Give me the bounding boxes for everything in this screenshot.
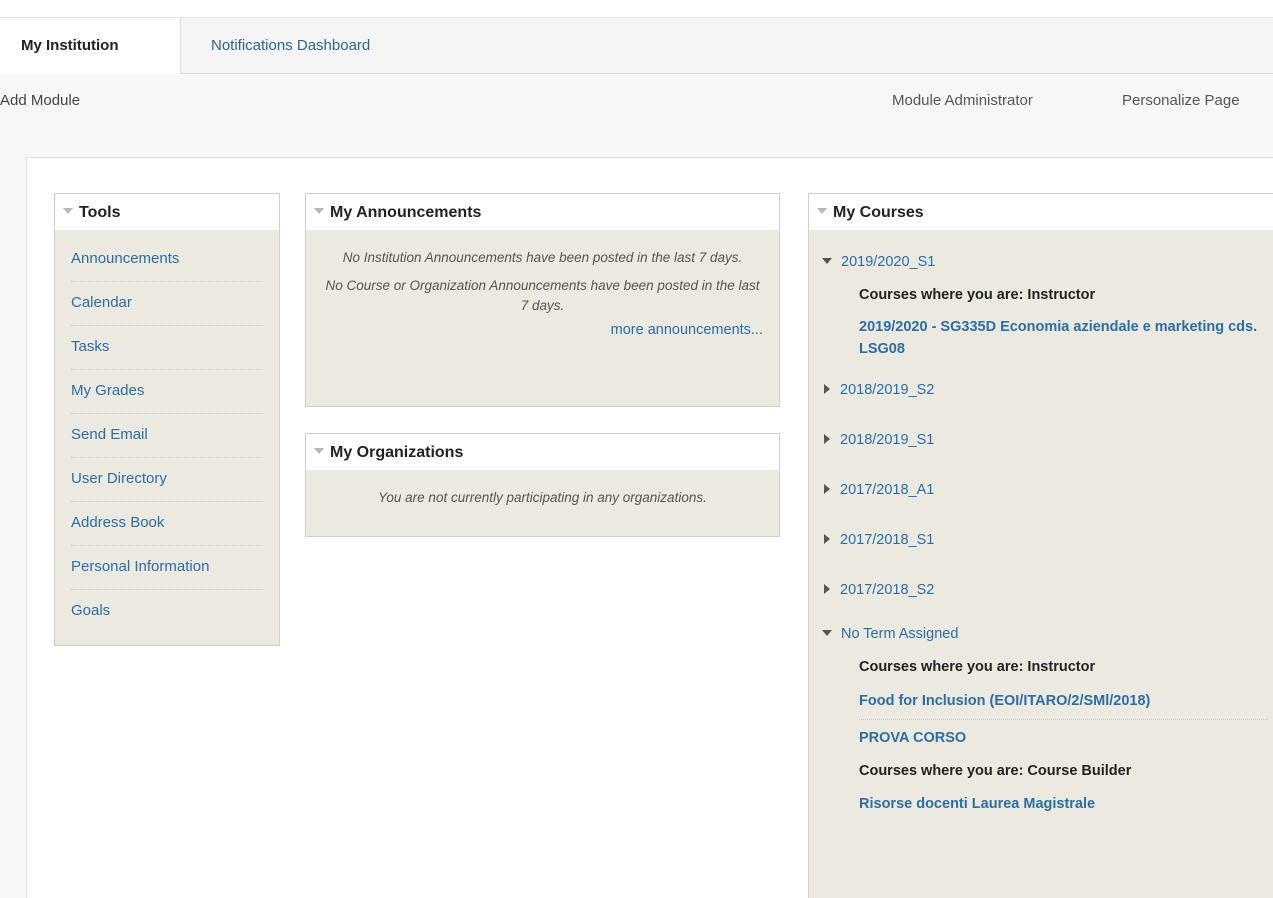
collapse-icon[interactable] [63,207,73,214]
term-2017-2018-s1[interactable]: 2017/2018_S1 [821,516,1273,566]
collapse-icon[interactable] [314,207,324,214]
tool-link-goals[interactable]: Goals [71,590,263,634]
collapse-icon[interactable] [314,447,324,454]
role-heading: Courses where you are: Instructor [859,659,1096,675]
more-announcements-link[interactable]: more announcements... [322,320,763,340]
tool-link-user-directory[interactable]: User Directory [71,458,263,502]
collapsed-arrow-icon[interactable] [824,384,830,395]
tools-title: Tools [79,204,121,221]
term-label: 2017/2018_S1 [840,532,935,548]
expanded-arrow-icon[interactable] [822,258,832,265]
term-label: No Term Assigned [841,626,959,642]
collapsed-arrow-icon[interactable] [824,484,830,495]
announcements-module: My Announcements No Institution Announce… [305,193,780,407]
term-label: 2018/2019_S2 [840,382,935,398]
course-link[interactable]: Risorse docenti Laurea Magistrale [821,786,1273,822]
tool-link-my-grades[interactable]: My Grades [71,370,263,414]
courses-body: 2019/2020_S1 Courses where you are: Inst… [809,230,1273,898]
courses-module-header[interactable]: My Courses [809,194,1273,230]
role-heading: Courses where you are: Instructor [859,287,1096,303]
tab-my-institution[interactable]: My Institution [0,18,181,75]
organizations-module-header[interactable]: My Organizations [306,434,779,470]
tools-module-header[interactable]: Tools [55,194,279,230]
tools-list: Announcements Calendar Tasks My Grades S… [55,230,279,645]
course-link[interactable]: PROVA CORSO [821,720,1273,756]
organizations-body: You are not currently participating in a… [306,470,779,536]
collapse-icon[interactable] [817,207,827,214]
term-label: 2019/2020_S1 [841,254,936,270]
organizations-empty-message: You are not currently participating in a… [378,490,707,505]
term-2019-2020-s1[interactable]: 2019/2020_S1 [821,244,1273,280]
personalize-page-button[interactable]: Personalize Page [1122,92,1240,109]
course-link[interactable]: 2019/2020 - SG335D Economia aziendale e … [821,310,1273,366]
module-administrator-button[interactable]: Module Administrator [892,92,1033,109]
tool-link-announcements[interactable]: Announcements [71,238,263,282]
course-announcements-message: No Course or Organization Announcements … [325,278,760,313]
tab-notifications-dashboard[interactable]: Notifications Dashboard [211,18,370,74]
term-2017-2018-s2[interactable]: 2017/2018_S2 [821,566,1273,616]
tool-link-send-email[interactable]: Send Email [71,414,263,458]
institution-announcements-message: No Institution Announcements have been p… [342,250,743,265]
tab-bar: My Institution Notifications Dashboard [0,17,1273,75]
courses-module: My Courses 2019/2020_S1 Courses where yo… [808,193,1273,898]
courses-title: My Courses [833,204,924,221]
announcements-title: My Announcements [330,204,482,221]
term-label: 2017/2018_S2 [840,582,935,598]
announcements-body: No Institution Announcements have been p… [306,230,779,406]
organizations-title: My Organizations [330,444,464,461]
term-2018-2019-s2[interactable]: 2018/2019_S2 [821,366,1273,416]
course-link[interactable]: Food for Inclusion (EOI/ITARO/2/SMl/2018… [859,682,1268,720]
add-module-button[interactable]: Add Module [0,92,80,109]
term-label: 2017/2018_A1 [840,482,935,498]
term-2017-2018-a1[interactable]: 2017/2018_A1 [821,466,1273,516]
collapsed-arrow-icon[interactable] [824,534,830,545]
tool-link-personal-information[interactable]: Personal Information [71,546,263,590]
organizations-module: My Organizations You are not currently p… [305,433,780,537]
term-label: 2018/2019_S1 [840,432,935,448]
tool-link-address-book[interactable]: Address Book [71,502,263,546]
collapsed-arrow-icon[interactable] [824,434,830,445]
term-2018-2019-s1[interactable]: 2018/2019_S1 [821,416,1273,466]
tool-link-calendar[interactable]: Calendar [71,282,263,326]
tool-link-tasks[interactable]: Tasks [71,326,263,370]
announcements-module-header[interactable]: My Announcements [306,194,779,230]
tools-module: Tools Announcements Calendar Tasks My Gr… [54,193,280,646]
role-heading: Courses where you are: Course Builder [859,763,1132,779]
expanded-arrow-icon[interactable] [822,630,832,637]
term-no-term-assigned[interactable]: No Term Assigned [821,616,1273,652]
collapsed-arrow-icon[interactable] [824,584,830,595]
